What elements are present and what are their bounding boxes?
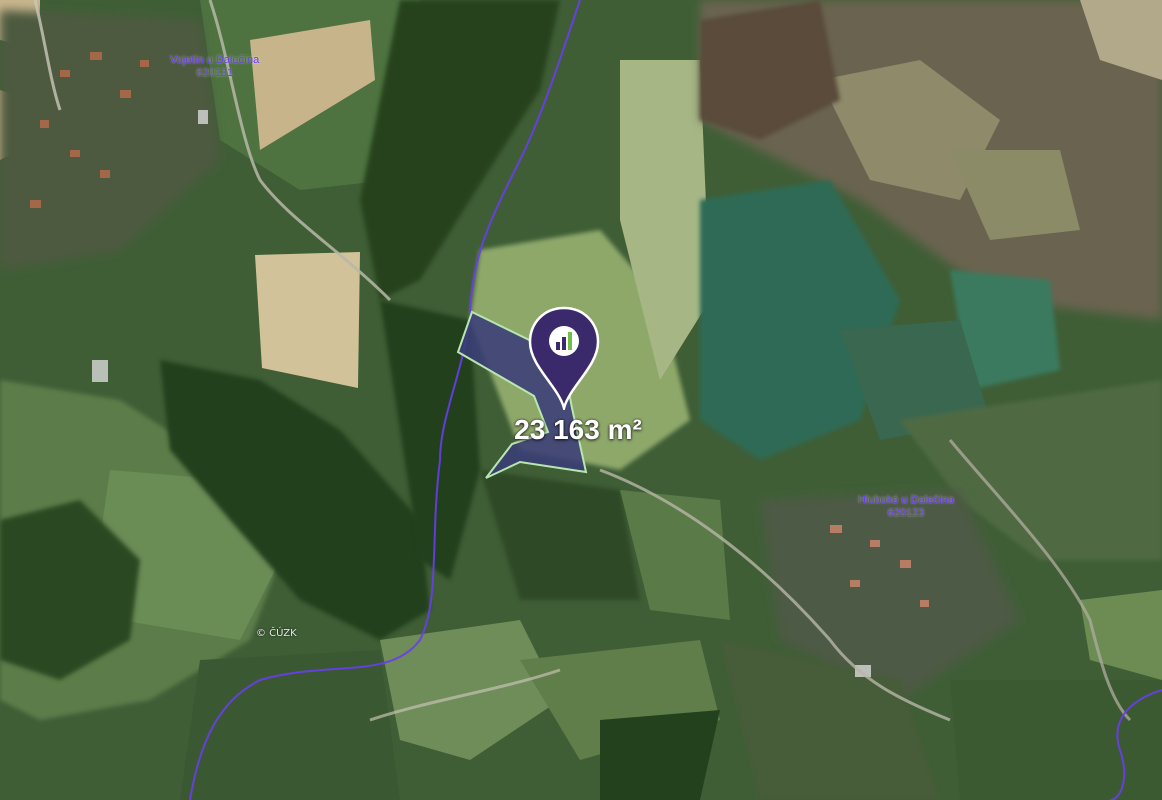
parcel-area-label: 23 163 m² xyxy=(514,414,642,445)
place-name: Hluboké u Dalečína xyxy=(858,494,955,506)
place-label-hluboke[interactable]: Hluboké u Dalečína 620123 xyxy=(858,494,954,520)
location-pin[interactable] xyxy=(528,306,600,413)
place-name: Vojetín u Dalečína xyxy=(170,54,260,66)
place-code: 620123 xyxy=(887,507,925,519)
map-copyright: © ČÚZK xyxy=(256,628,297,639)
chart-bars-icon xyxy=(549,326,579,356)
place-code: 620131 xyxy=(196,67,233,79)
place-label-vojetin[interactable]: Vojetín u Dalečína 620131 xyxy=(170,54,259,80)
map-view[interactable]: Vojetín u Dalečína 620131 Hluboké u Dale… xyxy=(0,0,1162,800)
